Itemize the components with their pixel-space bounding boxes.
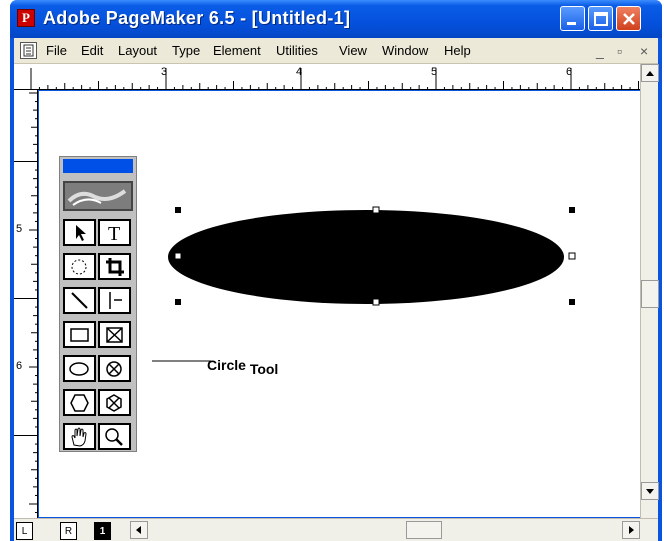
toolbox-title-bar[interactable] bbox=[63, 159, 133, 173]
menu-element[interactable]: Element bbox=[213, 43, 261, 59]
horizontal-ruler-ticks bbox=[30, 68, 639, 90]
toolbox-palette: T bbox=[59, 156, 137, 452]
selection-handle[interactable] bbox=[174, 252, 182, 260]
ruler-v-label-5: 5 bbox=[16, 223, 23, 235]
polygon-frame-tool[interactable] bbox=[98, 389, 131, 416]
arrow-pointer-icon bbox=[76, 225, 86, 241]
menu-utilities[interactable]: Utilities bbox=[276, 43, 318, 59]
ruler-h-label-6: 6 bbox=[566, 66, 573, 78]
ruler-h-label-5: 5 bbox=[431, 66, 438, 78]
selection-handle[interactable] bbox=[569, 207, 575, 213]
constrained-line-icon bbox=[109, 292, 122, 309]
rotate-tool[interactable] bbox=[63, 253, 96, 280]
text-tool[interactable]: T bbox=[98, 219, 131, 246]
line-icon bbox=[71, 292, 88, 309]
selection-handle[interactable] bbox=[175, 207, 181, 213]
window-title: Adobe PageMaker 6.5 - [Untitled-1] bbox=[43, 8, 351, 28]
ellipse-tool[interactable] bbox=[63, 355, 96, 382]
circle-tool-callout: Circle Tool bbox=[207, 357, 278, 377]
rectangle-frame-icon bbox=[106, 327, 123, 343]
zoom-tool[interactable] bbox=[98, 423, 131, 450]
menu-layout[interactable]: Layout bbox=[118, 43, 157, 59]
horizontal-scroll-thumb[interactable] bbox=[406, 521, 442, 539]
toolbox-preview-image bbox=[63, 181, 133, 211]
selection-handle[interactable] bbox=[568, 252, 576, 260]
minimize-icon bbox=[567, 22, 576, 25]
pointer-tool[interactable] bbox=[63, 219, 96, 246]
doc-close-button[interactable]: × bbox=[640, 43, 648, 59]
vertical-scrollbar[interactable] bbox=[640, 64, 659, 518]
ruler-h-label-3: 3 bbox=[161, 66, 168, 78]
vertical-ruler-ticks bbox=[14, 92, 38, 514]
triangle-up-icon bbox=[646, 71, 654, 76]
bottom-bar: L R 1 bbox=[14, 518, 658, 541]
scroll-up-button[interactable] bbox=[641, 64, 659, 82]
callout-word-circle: Circle bbox=[207, 357, 246, 373]
close-icon bbox=[623, 13, 635, 25]
crop-tool[interactable] bbox=[98, 253, 131, 280]
line-tool[interactable] bbox=[63, 287, 96, 314]
ruler-h-label-4: 4 bbox=[296, 66, 303, 78]
crop-icon bbox=[106, 258, 124, 276]
polygon-icon bbox=[70, 394, 89, 412]
ellipse-icon bbox=[69, 362, 89, 376]
menu-help[interactable]: Help bbox=[444, 43, 471, 59]
doc-minimize-button[interactable]: _ bbox=[596, 43, 604, 59]
maximize-icon bbox=[594, 12, 608, 26]
polygon-tool[interactable] bbox=[63, 389, 96, 416]
constrained-line-tool[interactable] bbox=[98, 287, 131, 314]
text-tool-icon: T bbox=[108, 223, 120, 244]
polygon-frame-icon bbox=[106, 394, 122, 412]
document-control-icon[interactable] bbox=[20, 42, 37, 59]
hand-tool[interactable] bbox=[63, 423, 96, 450]
menu-file[interactable]: File bbox=[46, 43, 67, 59]
vertical-ruler[interactable]: 5 6 bbox=[14, 90, 38, 518]
scroll-down-button[interactable] bbox=[641, 482, 659, 500]
rotate-icon bbox=[71, 259, 87, 275]
ellipse-frame-icon bbox=[106, 361, 122, 377]
menu-window[interactable]: Window bbox=[382, 43, 428, 59]
doc-restore-button[interactable]: ▫ bbox=[617, 43, 622, 59]
menu-view[interactable]: View bbox=[339, 43, 367, 59]
selection-handle[interactable] bbox=[372, 298, 380, 306]
selection-handle[interactable] bbox=[569, 299, 575, 305]
zoom-icon bbox=[105, 428, 123, 446]
selection-handle[interactable] bbox=[175, 299, 181, 305]
maximize-button[interactable] bbox=[588, 6, 613, 31]
title-bar[interactable]: P Adobe PageMaker 6.5 - [Untitled-1] bbox=[10, 0, 662, 38]
menu-type[interactable]: Type bbox=[172, 43, 200, 59]
page-1-icon[interactable]: 1 bbox=[94, 522, 111, 540]
close-button[interactable] bbox=[616, 6, 641, 31]
rectangle-icon bbox=[70, 328, 89, 342]
horizontal-ruler[interactable]: 3 4 5 6 bbox=[14, 64, 640, 90]
triangle-right-icon bbox=[629, 526, 634, 534]
hand-icon bbox=[71, 427, 87, 447]
menu-edit[interactable]: Edit bbox=[81, 43, 103, 59]
ruler-v-label-6: 6 bbox=[16, 360, 23, 372]
scroll-left-button[interactable] bbox=[130, 521, 148, 539]
rectangle-frame-tool[interactable] bbox=[98, 321, 131, 348]
ellipse-frame-tool[interactable] bbox=[98, 355, 131, 382]
triangle-left-icon bbox=[136, 526, 141, 534]
right-master-page-icon[interactable]: R bbox=[60, 522, 77, 540]
selection-handle[interactable] bbox=[372, 206, 380, 214]
triangle-down-icon bbox=[646, 489, 654, 494]
ellipse-shape[interactable] bbox=[168, 210, 564, 304]
pagemaker-app-icon[interactable]: P bbox=[17, 9, 35, 27]
scroll-right-button[interactable] bbox=[622, 521, 640, 539]
svg-text:T: T bbox=[108, 223, 120, 244]
callout-word-tool: Tool bbox=[249, 361, 279, 377]
minimize-button[interactable] bbox=[560, 6, 585, 31]
menu-bar: File Edit Layout Type Element Utilities … bbox=[14, 38, 658, 64]
left-master-page-icon[interactable]: L bbox=[16, 522, 33, 540]
rectangle-tool[interactable] bbox=[63, 321, 96, 348]
vertical-scroll-thumb[interactable] bbox=[641, 280, 659, 308]
